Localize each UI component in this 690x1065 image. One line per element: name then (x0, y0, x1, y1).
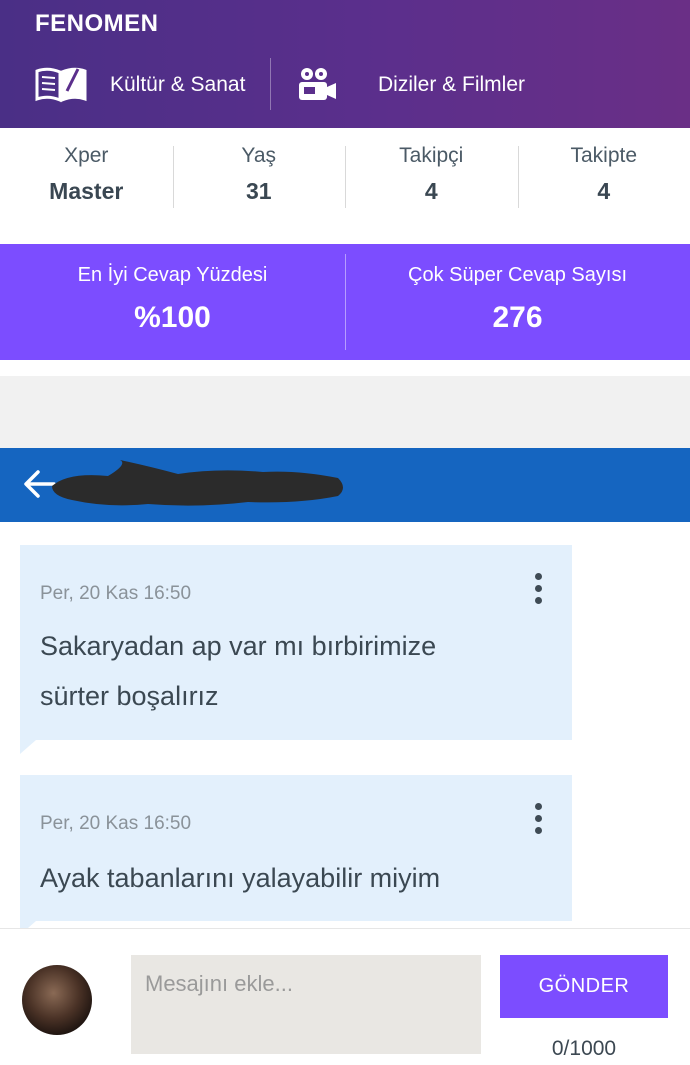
category-label: Kültür & Sanat (110, 73, 246, 96)
stat-value: 4 (424, 178, 438, 204)
message-input[interactable] (131, 955, 481, 1054)
redacted-username (52, 460, 343, 506)
section-spacer (0, 376, 690, 448)
profile-stats: Xper Master Yaş 31 Takipçi 4 Takipte 4 (0, 128, 690, 244)
stat-following[interactable]: Takipte 4 (517, 128, 690, 244)
rank-badge: FENOMEN (35, 10, 159, 37)
chat-message: Per, 20 Kas 16:50 Sakaryadan ap var mı b… (20, 545, 572, 754)
more-vertical-icon[interactable] (528, 803, 548, 837)
stat-age: Yaş 31 (172, 128, 346, 244)
send-button[interactable]: GÖNDER (500, 955, 668, 1018)
category-diziler-filmler[interactable]: Diziler & Filmler (296, 60, 525, 110)
stat-value: 4 (597, 178, 611, 204)
header-divider (270, 58, 271, 110)
avatar (22, 965, 92, 1035)
chat-message: Per, 20 Kas 16:50 Ayak tabanlarını yalay… (20, 775, 572, 935)
message-composer: GÖNDER 0/1000 (0, 928, 690, 1065)
chat-header-bar (0, 448, 690, 522)
stat-label: Takipçi (399, 144, 464, 167)
perf-label: Çok Süper Cevap Sayısı (408, 264, 627, 286)
performance-band: En İyi Cevap Yüzdesi %100 Çok Süper Ceva… (0, 244, 690, 360)
message-timestamp: Per, 20 Kas 16:50 (40, 813, 192, 834)
stat-value: Master (49, 178, 124, 204)
category-kultur-sanat[interactable]: Kültür & Sanat (34, 60, 245, 110)
category-label: Diziler & Filmler (378, 73, 525, 96)
perf-value: %100 (134, 301, 211, 334)
stat-label: Xper (64, 144, 109, 167)
super-answer-count: Çok Süper Cevap Sayısı 276 (345, 244, 690, 360)
character-counter: 0/1000 (551, 1037, 617, 1060)
message-text: Sakaryadan ap var mı bırbirimize sürter … (40, 631, 437, 711)
stat-followers[interactable]: Takipçi 4 (345, 128, 518, 244)
more-vertical-icon[interactable] (528, 573, 548, 607)
perf-value: 276 (492, 301, 543, 334)
profile-header: FENOMEN Kültür & Sanat Diziler & Filmler (0, 0, 690, 128)
stat-label: Yaş (241, 144, 277, 167)
best-answer-percentage: En İyi Cevap Yüzdesi %100 (0, 244, 345, 360)
stat-value: 31 (245, 178, 272, 204)
message-timestamp: Per, 20 Kas 16:50 (40, 583, 192, 604)
perf-label: En İyi Cevap Yüzdesi (77, 264, 268, 286)
film-camera-icon (296, 64, 352, 106)
stat-label: Takipte (570, 144, 638, 167)
book-icon (34, 64, 90, 106)
stat-xper: Xper Master (0, 128, 173, 244)
message-text: Ayak tabanlarını yalayabilir miyim (40, 863, 441, 893)
